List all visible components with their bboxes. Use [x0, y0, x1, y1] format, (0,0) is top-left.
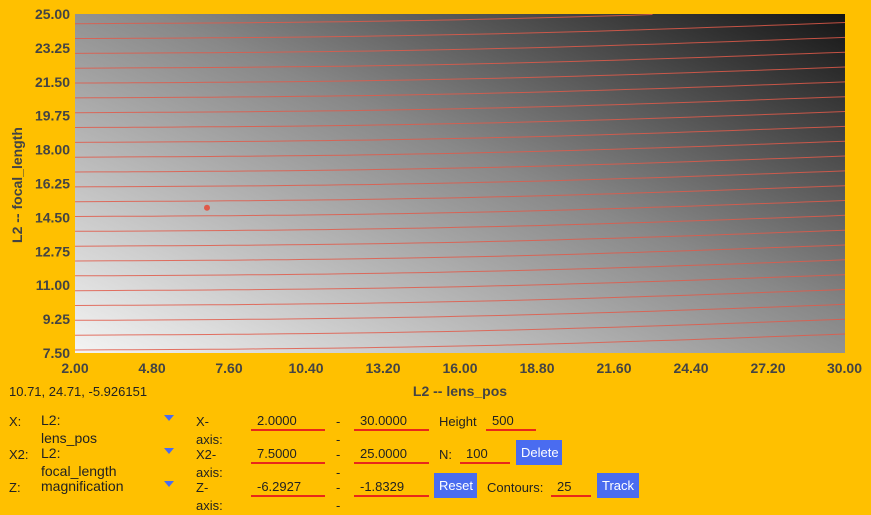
z-axis-range-label: Z-axis:: [196, 480, 223, 513]
x-tick-label: 10.40: [288, 360, 323, 376]
n-field[interactable]: 100: [460, 445, 510, 464]
x-tick-label: 24.40: [673, 360, 708, 376]
y-tick-label: 7.50: [43, 345, 70, 361]
y-tick-label: 9.25: [43, 311, 70, 327]
x2-select-label: X2:: [9, 447, 29, 462]
y-tick-label: 11.00: [36, 277, 70, 293]
reset-button[interactable]: Reset: [434, 473, 477, 498]
x-select-label: X:: [9, 414, 22, 429]
cursor-readout: 10.71, 24.71, -5.926151: [9, 384, 148, 399]
x-select[interactable]: L2: lens_pos: [41, 411, 97, 447]
z-axis-max-field[interactable]: -1.8329: [354, 478, 429, 497]
x-tick-label: 16.00: [442, 360, 477, 376]
range-separator: --: [336, 447, 341, 480]
x-tick-label: 7.60: [215, 360, 242, 376]
x-tick-label: 30.00: [827, 360, 862, 376]
y-axis-label: L2 -- focal_length: [9, 127, 25, 243]
z-axis-min-field[interactable]: -6.2927: [251, 478, 325, 497]
x-axis-ticks: 2.00 4.80 7.60 10.40 13.20 16.00 18.80 21.60 24.…: [61, 360, 862, 376]
y-tick-label: 14.50: [35, 209, 70, 225]
delete-button[interactable]: Delete: [516, 440, 562, 465]
z-select-label: Z:: [9, 480, 21, 495]
y-tick-label: 16.25: [35, 176, 70, 192]
z-select[interactable]: magnification: [41, 477, 124, 495]
chevron-down-icon[interactable]: [164, 415, 174, 421]
height-field[interactable]: 500: [486, 412, 536, 431]
contour-plot[interactable]: 2.00 4.80 7.60 10.40 13.20 16.00 18.80 21.60 24.…: [0, 0, 871, 405]
y-tick-label: 12.75: [35, 243, 70, 259]
x2-axis-max-field[interactable]: 25.0000: [354, 445, 429, 464]
x2-axis-range-label: X2-axis:: [196, 447, 223, 480]
x2-select[interactable]: L2: focal_length: [41, 444, 117, 480]
y-tick-label: 19.75: [35, 108, 70, 124]
track-button[interactable]: Track: [597, 473, 639, 498]
y-tick-label: 23.25: [35, 40, 70, 56]
y-tick-label: 18.00: [35, 142, 70, 158]
contours-label: Contours:: [487, 480, 544, 495]
height-label: Height: [439, 414, 477, 429]
chevron-down-icon[interactable]: [164, 448, 174, 454]
contours-field[interactable]: 25: [551, 478, 591, 497]
x-axis-range-label: X-axis:: [196, 414, 223, 447]
x-tick-label: 27.20: [750, 360, 785, 376]
x-axis-max-field[interactable]: 30.0000: [354, 412, 429, 431]
x2-axis-min-field[interactable]: 7.5000: [251, 445, 325, 464]
chevron-down-icon[interactable]: [164, 481, 174, 487]
x-axis-label: L2 -- lens_pos: [413, 383, 507, 399]
x-tick-label: 18.80: [519, 360, 554, 376]
x-tick-label: 13.20: [365, 360, 400, 376]
heatmap-area[interactable]: [75, 14, 845, 353]
position-marker: [204, 204, 210, 211]
n-label: N:: [439, 447, 452, 462]
x-tick-label: 4.80: [138, 360, 165, 376]
range-separator: --: [336, 414, 341, 447]
y-tick-label: 25.00: [35, 6, 70, 22]
x-axis-min-field[interactable]: 2.0000: [251, 412, 325, 431]
x-tick-label: 21.60: [596, 360, 631, 376]
x-tick-label: 2.00: [61, 360, 88, 376]
y-axis-ticks: 7.50 9.25 11.00 12.75 14.50 16.25 18.00 19.75 21…: [35, 6, 70, 361]
y-tick-label: 21.50: [35, 74, 70, 90]
range-separator: --: [336, 480, 341, 513]
